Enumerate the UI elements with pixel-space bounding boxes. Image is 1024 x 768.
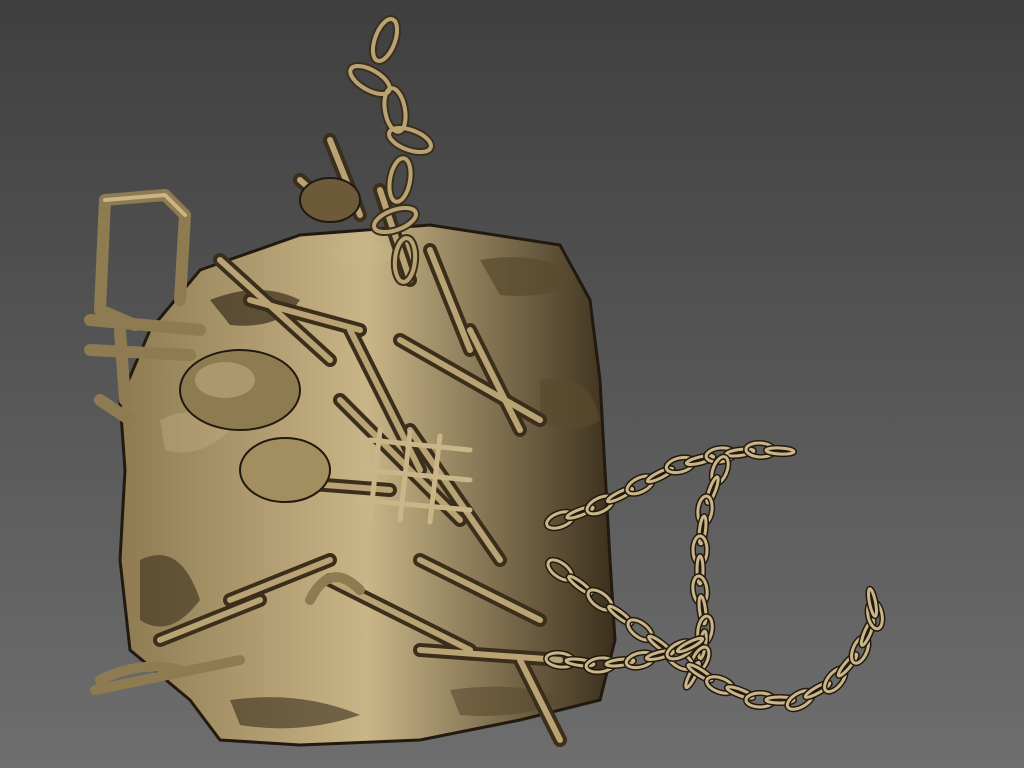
sculpture-render bbox=[0, 0, 1024, 768]
3d-viewport[interactable] bbox=[0, 0, 1024, 768]
